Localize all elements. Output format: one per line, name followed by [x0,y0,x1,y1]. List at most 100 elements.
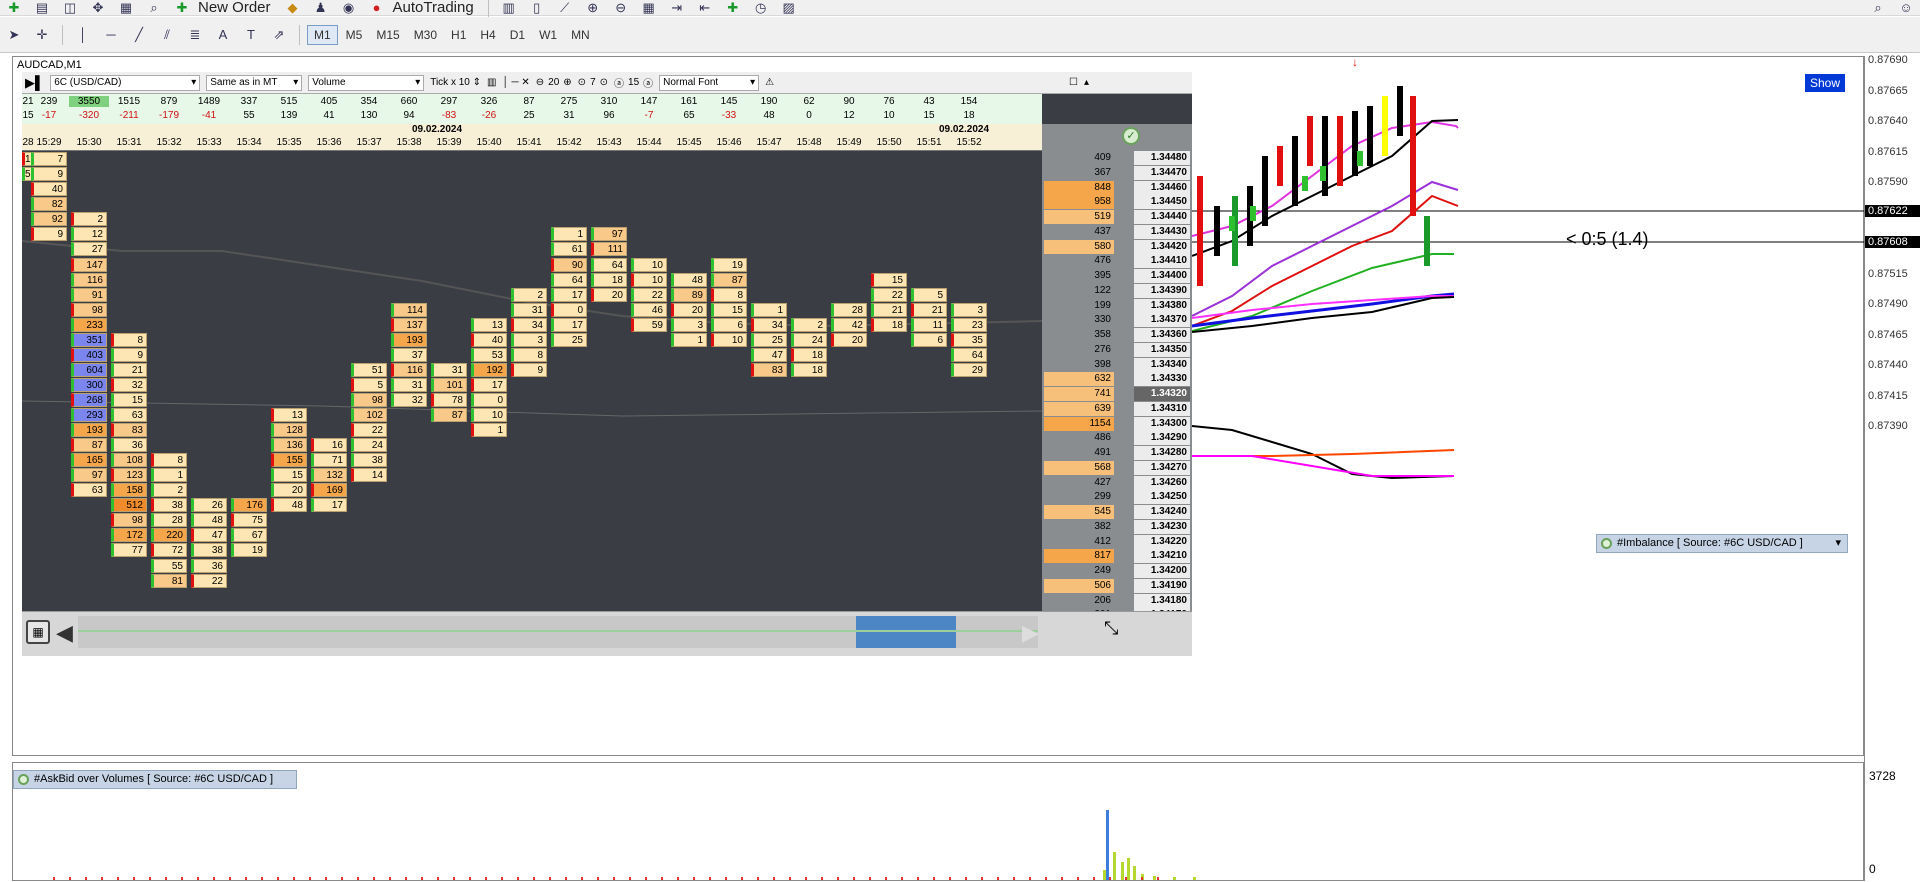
ladder-price: 1.34220 [1134,534,1190,549]
footprint-cell: 5 [351,377,387,392]
arrows-icon[interactable]: ⇗ [268,25,290,45]
instrument-select[interactable]: 6C (USD/CAD) ▾ [50,74,201,91]
new-chart-icon[interactable]: ✚ [3,0,25,18]
display-select[interactable]: Volume ▾ [308,74,425,91]
chevron-up-icon[interactable]: ▴ [1084,77,1089,88]
timeframe-w1[interactable]: W1 [533,26,563,44]
chart-shift-icon[interactable]: ⇤ [694,0,716,18]
text-icon[interactable]: A [212,25,234,45]
footprint-cell: 101 [431,377,467,392]
zoom-out-icon[interactable]: ⊖ [610,0,632,18]
vertical-line-icon[interactable]: │ [72,25,94,45]
ladder-ok-icon[interactable]: ✓ [1122,127,1140,145]
imbalance-indicator-label[interactable]: #Imbalance [ Source: #6C USD/CAD ] ▾ [1596,534,1848,553]
text-label-icon[interactable]: T [240,25,262,45]
candlestick-icon[interactable]: ▯ [526,0,548,18]
timeframe-mn[interactable]: MN [565,26,596,44]
account-icon[interactable]: ☺ [1895,0,1917,18]
show-button[interactable]: Show [1805,74,1845,92]
templates-icon[interactable]: ▨ [778,0,800,18]
terminal-icon[interactable]: ▦ [115,0,137,18]
indicators-icon[interactable]: ✚ [722,0,744,18]
price-chart[interactable]: ↓ [1192,56,1864,756]
footprint-cell: 18 [791,362,827,377]
footprint-cell: 38 [151,498,187,513]
mode-select[interactable]: Same as in MT ▾ [206,74,303,91]
line-chart-icon[interactable]: ⟋ [554,0,576,18]
step-stepper[interactable]: ⊙ 7 ⊙ [578,77,608,88]
count-stepper[interactable]: ⓐ 15 ⓐ [614,75,653,90]
market-watch-icon[interactable]: ◫ [59,0,81,18]
footprint-cell: 90 [551,257,587,272]
footprint-cell: 123 [111,468,147,483]
timeframe-m15[interactable]: M15 [370,26,405,44]
navigator-icon[interactable]: ✥ [87,0,109,18]
footprint-cell: 83 [751,362,787,377]
scroll-left-icon[interactable]: ◀ [56,620,73,646]
timeframe-m30[interactable]: M30 [408,26,443,44]
histogram-icon[interactable]: ▥ [487,77,496,88]
profiles-icon[interactable]: ▤ [31,0,53,18]
ladder-volume: 639 [1044,401,1114,416]
timeframe-m1[interactable]: M1 [307,24,338,45]
trendline-icon[interactable]: ╱ [128,25,150,45]
fit-view-icon[interactable]: ⤡ [1104,618,1118,639]
scrollbar-thumb[interactable] [856,616,956,648]
timeframe-h1[interactable]: H1 [445,26,472,44]
collapse-icon[interactable]: │ ─ ✕ [502,77,529,88]
chevron-down-icon[interactable]: ▾ [1835,534,1841,553]
zoom-in-icon[interactable]: ⊕ [582,0,604,18]
footprint-cell: 31 [511,302,547,317]
volume-bar-small [245,877,247,880]
font-select[interactable]: Normal Font ▾ [659,74,760,91]
price-axis[interactable]: 0.87690 0.87665 0.87640 0.87615 0.87590 0.875… [1864,54,1920,881]
ladder-row: 958 1.34450 [1042,195,1192,210]
chevron-down-icon: ▾ [191,77,197,88]
timeframe-d1[interactable]: D1 [504,26,531,44]
volume-bar-small [229,877,231,880]
new-order-icon[interactable]: ✚ [171,0,193,18]
tile-windows-icon[interactable]: ▦ [638,0,660,18]
price-tick: 0.87440 [1868,359,1908,371]
volume-bar-small [917,877,919,880]
channel-icon[interactable]: ⫽ [156,25,178,45]
warning-icon[interactable]: ⚠ [765,77,774,88]
timeframe-m5[interactable]: M5 [340,26,369,44]
autotrading-icon[interactable]: ● [366,0,388,18]
ladder-row: 409 1.34480 [1042,151,1192,166]
new-order-button[interactable]: New Order [198,0,271,16]
footprint-cell: 63 [111,408,147,422]
metaeditor-icon[interactable]: ◆ [282,0,304,18]
periods-icon[interactable]: ◷ [750,0,772,18]
play-icon[interactable]: ▶▌ [25,75,44,91]
footprint-panel[interactable]: ▶▌ 6C (USD/CAD) ▾ Same as in MT ▾ Volume ▾ … [22,72,1192,656]
autoscroll-icon[interactable]: ⇥ [666,0,688,18]
footprint-cell: 31 [391,377,427,392]
calendar-icon[interactable]: ▦ [26,620,50,644]
crosshair-icon[interactable]: ✛ [31,25,53,45]
autotrading-button[interactable]: AutoTrading [393,0,474,16]
fibonacci-icon[interactable]: ≣ [184,25,206,45]
footprint-cell: 8 [111,332,147,347]
search-icon[interactable]: ⌕ [1867,0,1889,18]
ladder-price: 1.34210 [1134,549,1190,564]
volume-bar-small [885,877,887,880]
horizontal-line-icon[interactable]: ─ [100,25,122,45]
scrollbar-track[interactable] [78,616,1038,648]
footprint-cell: 351 [71,332,107,347]
bar-chart-icon[interactable]: ▥ [498,0,520,18]
ladder-row: 382 1.34230 [1042,519,1192,535]
signals-icon[interactable]: ♟ [310,0,332,18]
footprint-cell: 132 [311,468,347,483]
footprint-cell: 10 [711,332,747,347]
maximize-icon[interactable]: ☐ [1069,77,1078,88]
askbid-subwindow[interactable]: #AskBid over Volumes [ Source: #6C USD/C… [12,762,1864,881]
tester-icon[interactable]: ⌕ [143,0,165,18]
timeframe-h4[interactable]: H4 [474,26,501,44]
scroll-right-icon[interactable]: ▶ [1022,620,1039,646]
volume-bar-small [453,877,455,880]
levels-stepper[interactable]: ⊖ 20 ⊕ [536,77,572,88]
aggregation-control[interactable]: Tick x 10 ⇕ [430,77,481,88]
vps-icon[interactable]: ◉ [338,0,360,18]
cursor-icon[interactable]: ➤ [3,25,25,45]
